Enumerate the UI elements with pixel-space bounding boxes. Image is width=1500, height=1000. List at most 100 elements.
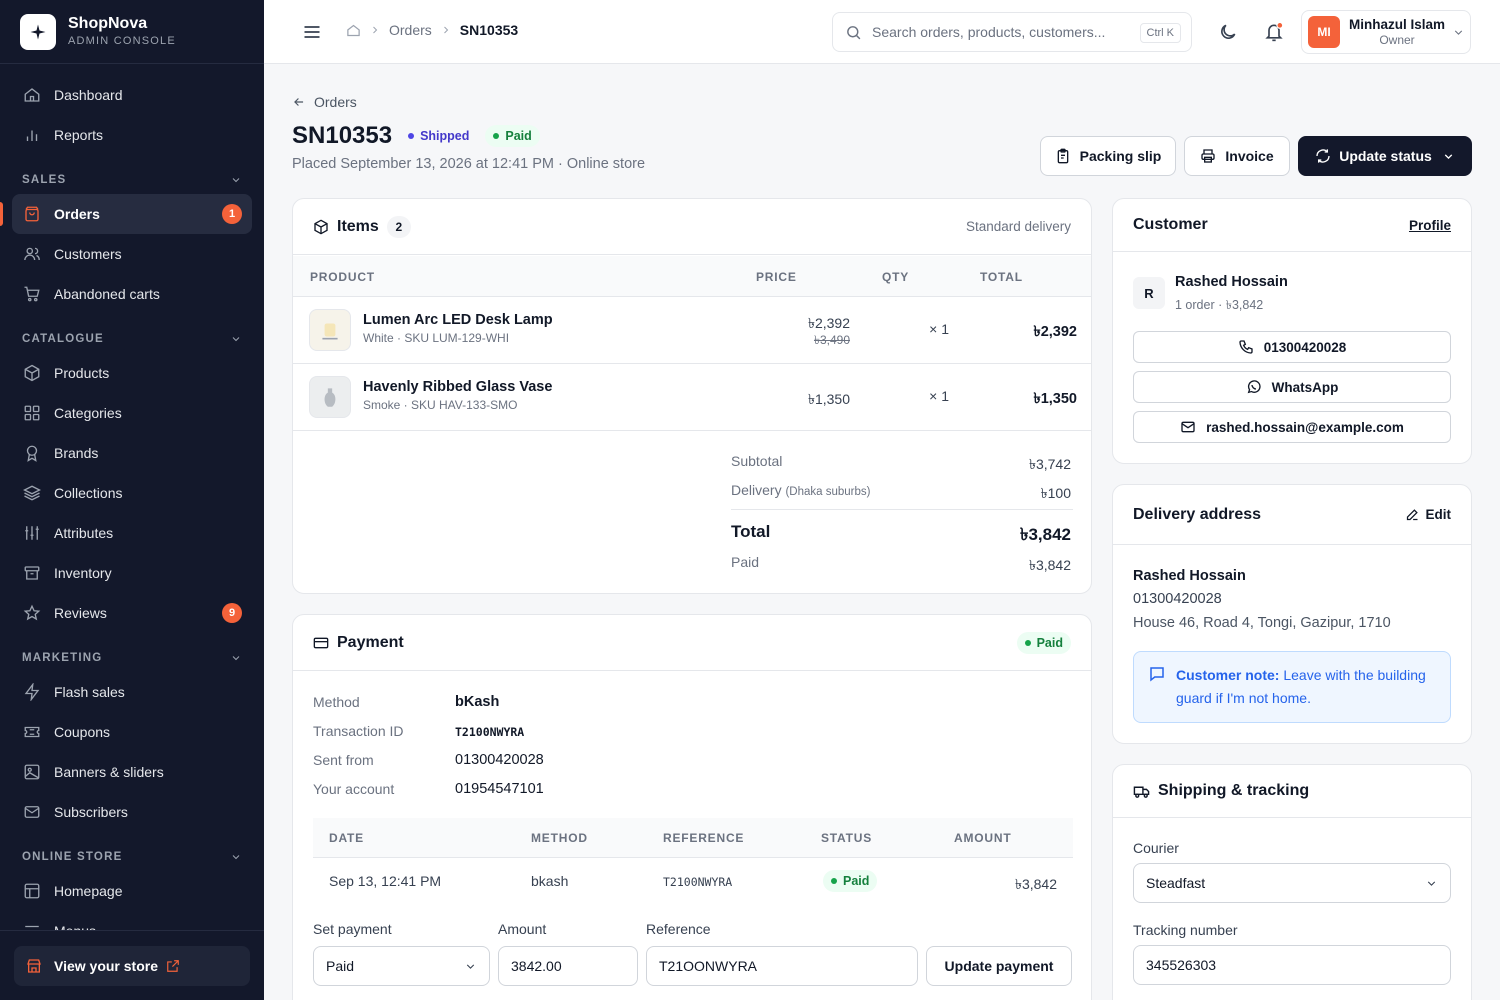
- profile-link[interactable]: Profile: [1409, 218, 1451, 233]
- sidebar-item-label: Customers: [54, 246, 122, 262]
- status-badge: Paid: [823, 870, 878, 892]
- section-title: MARKETING: [22, 652, 103, 664]
- sidebar-item-categories[interactable]: Categories: [12, 393, 252, 433]
- sidebar-section-sales[interactable]: SALES: [22, 174, 242, 186]
- update-payment-button[interactable]: Update payment: [926, 946, 1072, 986]
- sidebar-item-reports[interactable]: Reports: [12, 115, 252, 155]
- reference-input[interactable]: T21OONWYRA: [646, 946, 918, 986]
- table-row[interactable]: Havenly Ribbed Glass Vase Smoke · SKU HA…: [293, 364, 1091, 431]
- table-row[interactable]: Sep 13, 12:41 PM bkash T2100NWYRA Paid ৳…: [313, 858, 1073, 904]
- column-header: DATE: [329, 831, 364, 845]
- tracking-number-input[interactable]: 345526303: [1133, 945, 1451, 985]
- items-card-title: Items: [337, 217, 379, 235]
- brand[interactable]: ShopNova ADMIN CONSOLE: [0, 0, 264, 64]
- home-icon[interactable]: [346, 23, 361, 38]
- chevron-down-icon: [1442, 150, 1455, 163]
- sidebar-item-banners-sliders[interactable]: Banners & sliders: [12, 752, 252, 792]
- product-name[interactable]: Havenly Ribbed Glass Vase: [363, 379, 552, 395]
- payment-method: bkash: [531, 873, 569, 889]
- detail-value: bKash: [455, 694, 500, 710]
- sidebar-item-label: Inventory: [54, 565, 112, 581]
- sidebar-section-online-store[interactable]: ONLINE STORE: [22, 851, 242, 863]
- update-status-button[interactable]: Update status: [1298, 136, 1472, 176]
- email-button[interactable]: rashed.hossain@example.com: [1133, 411, 1451, 443]
- payment-amount: ৳3,842: [1014, 876, 1057, 892]
- sidebar-item-flash-sales[interactable]: Flash sales: [12, 672, 252, 712]
- sidebar-item-dashboard[interactable]: Dashboard: [12, 75, 252, 115]
- product-meta: Smoke · SKU HAV-133-SMO: [363, 398, 518, 412]
- hamburger-menu-icon[interactable]: [302, 22, 322, 42]
- amount-input[interactable]: 3842.00: [498, 946, 638, 986]
- sidebar-section-catalogue[interactable]: CATALOGUE: [22, 333, 242, 345]
- search-input[interactable]: Search orders, products, customers... Ct…: [832, 12, 1192, 52]
- edit-address-button[interactable]: Edit: [1405, 507, 1452, 522]
- set-payment-label: Set payment: [313, 921, 392, 937]
- product-total: ৳2,392: [1033, 324, 1077, 340]
- sidebar-item-reviews[interactable]: Reviews 9: [12, 593, 252, 633]
- sidebar-item-label: Brands: [54, 445, 99, 461]
- breadcrumb-current: SN10353: [459, 22, 519, 38]
- brand-name: ShopNova: [68, 14, 148, 32]
- sidebar-item-orders[interactable]: Orders 1: [12, 194, 252, 234]
- phone-icon: [1238, 339, 1254, 355]
- breadcrumb-orders[interactable]: Orders: [389, 22, 432, 38]
- courier-select[interactable]: Steadfast: [1133, 863, 1451, 903]
- courier-label: Courier: [1133, 840, 1179, 856]
- sidebar-item-brands[interactable]: Brands: [12, 433, 252, 473]
- payment-reference: T2100NWYRA: [663, 875, 733, 889]
- users-icon: [22, 244, 42, 264]
- sidebar-item-collections[interactable]: Collections: [12, 473, 252, 513]
- customer-card-title: Customer: [1133, 216, 1208, 233]
- tracking-label: Tracking number: [1133, 922, 1238, 938]
- product-name[interactable]: Lumen Arc LED Desk Lamp: [363, 312, 553, 328]
- user-menu[interactable]: MI Minhazul Islam Owner: [1301, 10, 1471, 54]
- sidebar-item-coupons[interactable]: Coupons: [12, 712, 252, 752]
- items-card: Items 2 Standard delivery PRODUCT PRICE …: [292, 198, 1092, 594]
- cart-icon: [22, 284, 42, 304]
- bell-icon[interactable]: [1264, 21, 1284, 43]
- sidebar-item-inventory[interactable]: Inventory: [12, 553, 252, 593]
- sidebar-item-attributes[interactable]: Attributes: [12, 513, 252, 553]
- packing-slip-button[interactable]: Packing slip: [1040, 136, 1176, 176]
- invoice-button[interactable]: Invoice: [1184, 136, 1290, 176]
- back-link[interactable]: Orders: [292, 94, 357, 110]
- sidebar-item-abandoned-carts[interactable]: Abandoned carts: [12, 274, 252, 314]
- payment-status-label: Paid: [505, 129, 532, 143]
- items-count-badge: 2: [386, 215, 411, 238]
- subtotal-label: Subtotal: [731, 453, 783, 469]
- delivery-value: ৳100: [1040, 485, 1071, 501]
- topbar: Orders SN10353 Search orders, products, …: [264, 0, 1500, 64]
- whatsapp-icon: [1246, 379, 1262, 395]
- moon-icon[interactable]: [1218, 22, 1238, 42]
- customer-name[interactable]: Rashed Hossain: [1175, 274, 1288, 290]
- sidebar-item-subscribers[interactable]: Subscribers: [12, 792, 252, 832]
- paid-label: Paid: [731, 554, 760, 570]
- whatsapp-button[interactable]: WhatsApp: [1133, 371, 1451, 403]
- lamp-product-thumbnail: [309, 309, 351, 351]
- product-meta: White · SKU LUM-129-WHI: [363, 331, 510, 345]
- sidebar-section-marketing[interactable]: MARKETING: [22, 652, 242, 664]
- status-badge-label: Paid: [843, 874, 870, 888]
- star-icon: [22, 603, 42, 623]
- chevron-down-icon: [230, 652, 242, 664]
- clipboard-icon: [1055, 148, 1071, 164]
- column-header: AMOUNT: [954, 831, 1012, 845]
- call-button[interactable]: 01300420028: [1133, 331, 1451, 363]
- search-icon: [845, 24, 862, 41]
- edit-label: Edit: [1425, 507, 1452, 522]
- column-header: PRICE: [756, 270, 797, 284]
- amount-value: 3842.00: [511, 958, 562, 974]
- sidebar-item-label: Flash sales: [54, 684, 125, 700]
- customer-note-text: Customer note: Leave with the building g…: [1176, 664, 1438, 710]
- sidebar-item-products[interactable]: Products: [12, 353, 252, 393]
- order-title-row: SN10353 Shipped Paid: [292, 122, 540, 150]
- delivery-address-header: Delivery address Edit: [1113, 485, 1471, 545]
- sidebar-item-customers[interactable]: Customers: [12, 234, 252, 274]
- view-store-link[interactable]: View your store: [14, 946, 250, 986]
- table-row[interactable]: Lumen Arc LED Desk Lamp White · SKU LUM-…: [293, 297, 1091, 364]
- set-payment-select[interactable]: Paid: [313, 946, 490, 986]
- payment-card: Payment Paid Method bKash Transaction ID…: [292, 614, 1092, 1000]
- sidebar-item-homepage[interactable]: Homepage: [12, 871, 252, 911]
- chevron-down-icon: [1425, 877, 1438, 890]
- customer-note: Customer note: Leave with the building g…: [1133, 651, 1451, 723]
